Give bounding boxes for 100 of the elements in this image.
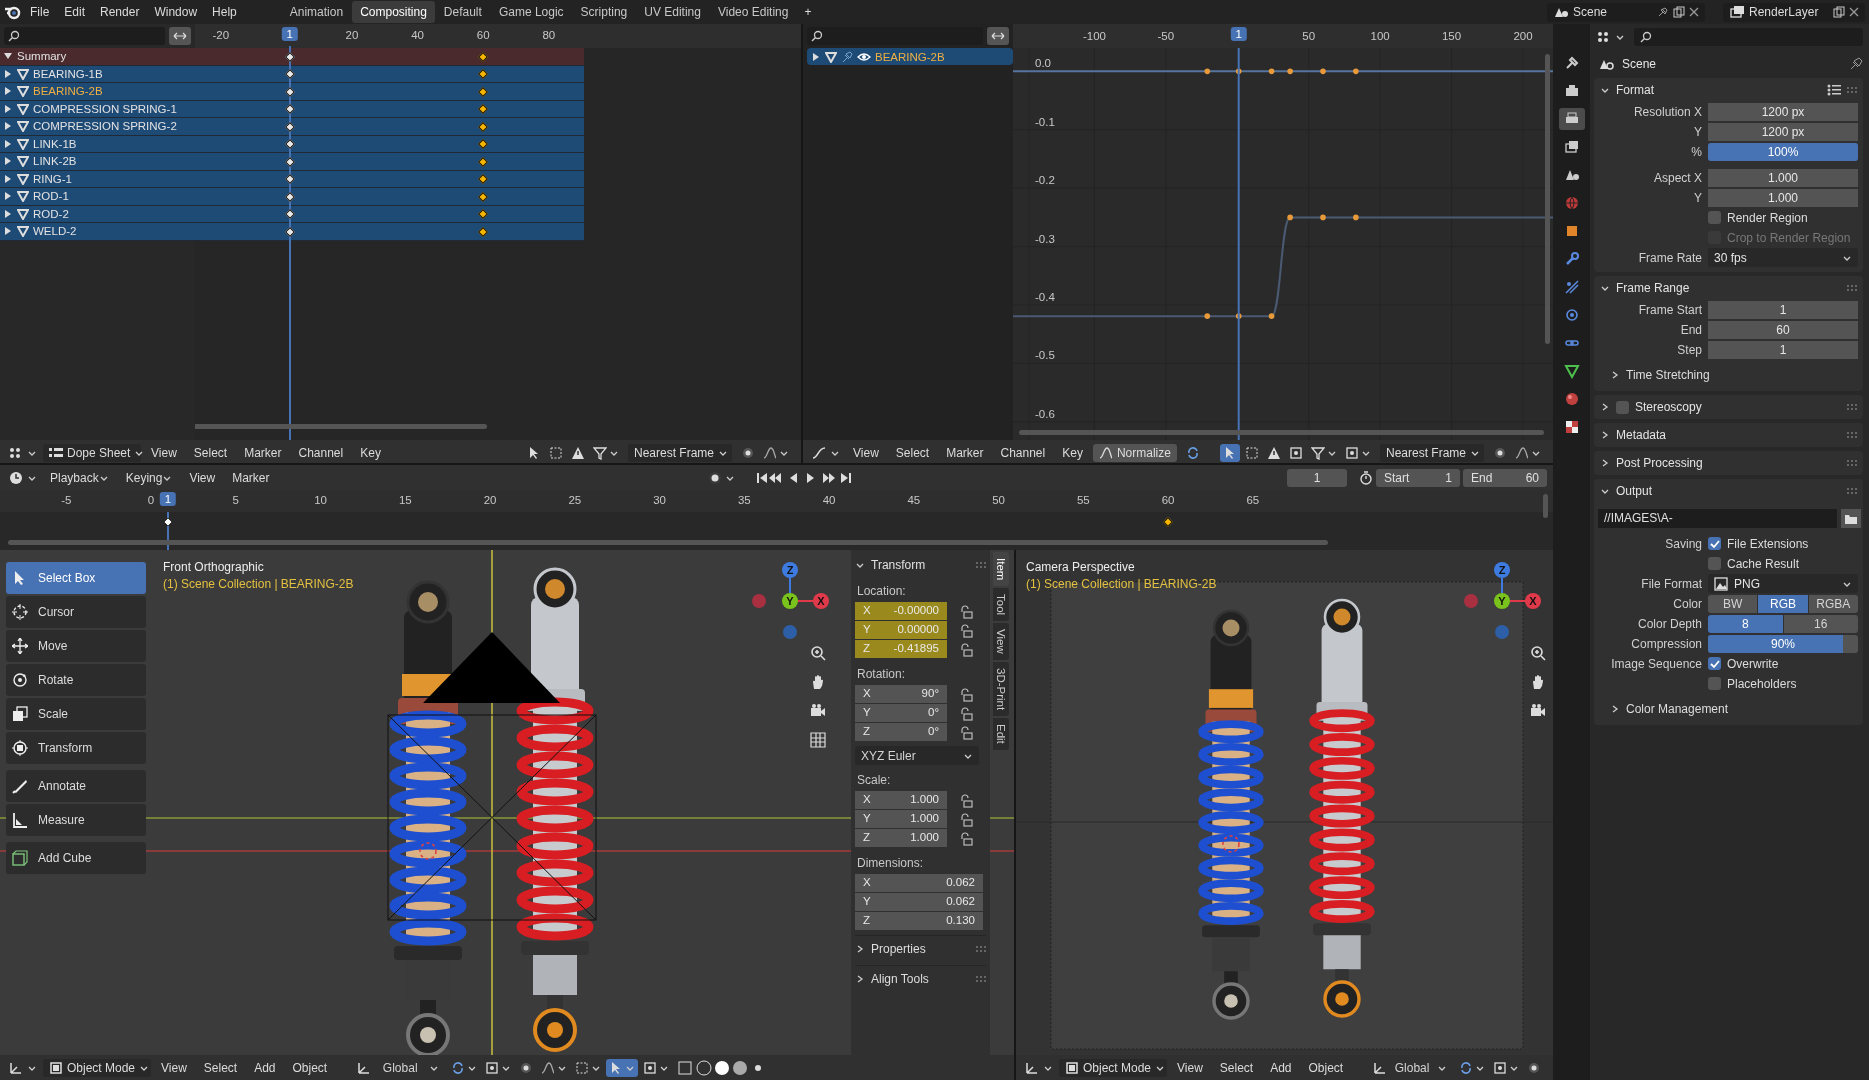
number-field[interactable]: 60 — [1708, 320, 1858, 339]
search-field[interactable] — [4, 27, 165, 45]
number-field[interactable]: 1.000 — [1708, 168, 1858, 187]
keyframe[interactable] — [1163, 517, 1173, 527]
number-field[interactable]: X 1.000 — [855, 791, 947, 809]
current-frame-indicator[interactable]: 1 — [159, 492, 177, 506]
curve-icon[interactable] — [541, 1060, 556, 1075]
pivot-icon[interactable] — [643, 1060, 658, 1075]
snap-dropdown[interactable]: Nearest Frame — [1380, 443, 1484, 462]
tool-button[interactable]: Scale — [6, 698, 146, 730]
number-field[interactable]: 1 — [1708, 300, 1858, 319]
checkbox[interactable] — [1616, 400, 1629, 414]
tool-button[interactable]: Rotate — [6, 664, 146, 696]
panel-header[interactable]: Frame Range — [1594, 276, 1863, 300]
lock-icon[interactable] — [959, 725, 973, 740]
number-field[interactable]: Z 0° — [855, 723, 947, 741]
keyframe[interactable] — [478, 209, 489, 220]
sidebar-tab[interactable]: View — [993, 623, 1009, 661]
lock-icon[interactable] — [959, 604, 973, 619]
sidebar-tab[interactable]: 3D-Print — [993, 662, 1009, 717]
pivot-icon[interactable] — [1493, 1060, 1507, 1075]
properties-tab[interactable] — [1558, 108, 1585, 130]
option-button[interactable]: RGB — [1758, 594, 1808, 613]
menu-item[interactable]: Object — [1301, 1057, 1351, 1078]
slider-field[interactable]: 100% — [1708, 142, 1858, 161]
menu-item[interactable]: Marker — [225, 467, 277, 488]
menu-item[interactable]: Help — [205, 2, 244, 22]
checkbox[interactable]: Cache Result — [1708, 554, 1858, 573]
filter-icon[interactable] — [1311, 445, 1325, 460]
menu-item[interactable]: Select — [1212, 1057, 1261, 1078]
camera-icon[interactable] — [810, 703, 826, 719]
channel-row[interactable]: ROD-1 — [0, 188, 195, 206]
menu-item[interactable]: Window — [147, 2, 205, 22]
number-field[interactable]: 1200 px — [1708, 102, 1858, 121]
number-field[interactable]: X 0.062 — [855, 874, 983, 892]
box-select-icon[interactable] — [549, 445, 563, 460]
snap-dropdown[interactable]: Nearest Frame — [628, 443, 732, 462]
curve-icon[interactable] — [1515, 445, 1529, 460]
pivot-icon[interactable] — [1345, 445, 1359, 460]
current-frame-indicator[interactable]: 1 — [1230, 27, 1247, 41]
start-frame-field[interactable]: Start 1 — [1376, 468, 1460, 487]
panel-header[interactable]: Metadata — [1594, 423, 1863, 447]
menu-item[interactable]: View — [182, 467, 223, 488]
lock-icon[interactable] — [959, 831, 973, 846]
warning-icon[interactable] — [571, 445, 585, 460]
end-frame-field[interactable]: End 60 — [1463, 468, 1547, 487]
tool-button[interactable]: Measure — [6, 804, 146, 836]
lock-icon[interactable] — [959, 812, 973, 827]
workspace-tab[interactable]: UV Editing — [636, 1, 709, 23]
menu-item[interactable]: Key — [1055, 442, 1090, 463]
shading-icon[interactable] — [678, 1059, 763, 1076]
channel-row[interactable]: BEARING-2B — [807, 48, 1013, 65]
menu-item[interactable]: View — [144, 442, 184, 463]
tool-button[interactable]: Add Cube — [6, 842, 146, 874]
swap-button[interactable] — [169, 27, 191, 45]
number-field[interactable]: X 90° — [855, 685, 947, 703]
subpanel-header[interactable]: Time Stretching — [1594, 363, 1863, 387]
channel-row[interactable]: COMPRESSION SPRING-2 — [0, 118, 195, 136]
checkbox[interactable]: Overwrite — [1708, 654, 1858, 673]
number-field[interactable]: 1200 px — [1708, 122, 1858, 141]
number-field[interactable]: 1 — [1708, 340, 1858, 359]
pivot-icon[interactable] — [1289, 445, 1303, 460]
orientation-dropdown[interactable]: Global — [354, 1058, 443, 1077]
tool-button[interactable]: Annotate — [6, 770, 146, 802]
menu-item[interactable]: Render — [93, 2, 147, 22]
zoom-icon[interactable] — [810, 645, 826, 661]
sync-icon[interactable] — [1459, 1060, 1473, 1075]
menu-item[interactable]: Add — [1263, 1057, 1299, 1078]
checkbox[interactable]: Render Region — [1708, 208, 1858, 227]
scrollbar[interactable] — [1545, 54, 1550, 344]
menu-item[interactable]: Select — [186, 442, 235, 463]
number-field[interactable]: Y 0° — [855, 704, 947, 722]
search-field[interactable] — [1634, 28, 1863, 46]
panel-header[interactable]: Format — [1594, 78, 1863, 102]
pivot-icon[interactable] — [485, 1060, 500, 1075]
orientation-dropdown[interactable]: Global — [1370, 1058, 1450, 1077]
path-field[interactable]: //IMAGES\A- — [1598, 509, 1837, 528]
proportional-icon[interactable] — [1527, 1060, 1541, 1075]
box-select-icon[interactable] — [1245, 445, 1259, 460]
channel-row[interactable]: BEARING-2B — [0, 83, 195, 101]
tool-button[interactable]: Select Box — [6, 562, 146, 594]
folder-button[interactable] — [1841, 509, 1861, 528]
tool-button[interactable]: Cursor — [6, 596, 146, 628]
number-field[interactable]: Y 0.062 — [855, 893, 983, 911]
checkbox[interactable]: File Extensions — [1708, 534, 1858, 553]
pin-icon[interactable] — [1849, 57, 1863, 71]
hand-icon[interactable] — [1530, 674, 1546, 690]
menu-item[interactable]: Key — [353, 442, 388, 463]
normalize-toggle[interactable]: Normalize — [1092, 443, 1177, 462]
mode-dropdown[interactable]: Object Mode — [1059, 1058, 1167, 1077]
menu-dropdown[interactable]: Keying — [118, 467, 180, 488]
add-workspace-button[interactable]: + — [797, 2, 819, 22]
rotation-mode-dropdown[interactable]: XYZ Euler — [855, 746, 979, 765]
proportional-icon[interactable] — [741, 445, 755, 460]
warning-icon[interactable] — [1267, 445, 1281, 460]
menu-item[interactable]: Select — [888, 442, 937, 463]
zoom-icon[interactable] — [1530, 645, 1546, 661]
workspace-tab[interactable]: Game Logic — [490, 1, 572, 23]
record-icon[interactable] — [708, 470, 723, 485]
mode-dropdown[interactable]: Object Mode — [43, 1058, 151, 1077]
